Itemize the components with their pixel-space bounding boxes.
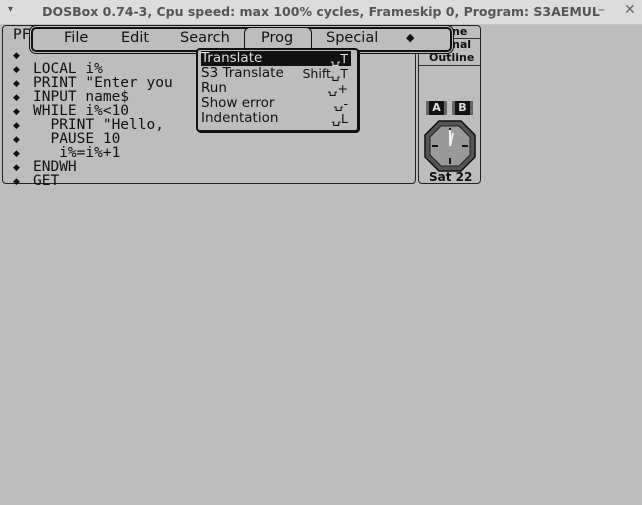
code-line[interactable]: PAUSE 10	[33, 132, 120, 147]
date-label: Sat 22	[429, 170, 473, 184]
line-bullet: ◆	[13, 177, 20, 187]
line-bullet: ◆	[13, 135, 20, 145]
menu-file[interactable]: File	[64, 30, 88, 46]
status-line2: nal	[452, 38, 472, 51]
line-bullet: ◆	[13, 51, 20, 61]
window-title: DOSBox 0.74-3, Cpu speed: max 100% cycle…	[42, 4, 600, 19]
menu-item-shortcut: ⍽-	[334, 96, 348, 111]
menu-search[interactable]: Search	[180, 30, 230, 46]
line-bullet: ◆	[13, 163, 20, 173]
title-bar: ▾ DOSBox 0.74-3, Cpu speed: max 100% cyc…	[0, 0, 642, 25]
menu-item-shortcut: ⍽T	[330, 51, 348, 66]
code-line[interactable]: ENDWH	[33, 160, 77, 175]
close-button[interactable]: ✕	[624, 2, 636, 18]
menu-item-shortcut: Shift⍽T	[302, 66, 348, 81]
menu-special[interactable]: Special	[326, 30, 378, 46]
menu-item-shortcut: ⍽+	[328, 81, 348, 96]
menu-item-label: Translate	[201, 50, 263, 66]
menu-edit[interactable]: Edit	[121, 30, 149, 46]
line-bullet: ◆	[13, 93, 20, 103]
line-bullet: ◆	[13, 79, 20, 89]
line-bullet: ◆	[13, 65, 20, 75]
menu-item-label: Run	[201, 80, 227, 96]
menu-item-run[interactable]: Run ⍽+	[201, 80, 351, 97]
line-bullet: ◆	[13, 121, 20, 131]
menu-item-label: Indentation	[201, 110, 279, 126]
minimize-button[interactable]: –	[598, 2, 605, 18]
code-line-title: PF	[13, 27, 31, 43]
code-line[interactable]: i%=i%+1	[33, 146, 120, 161]
menu-item-translate[interactable]: Translate ⍽T	[201, 51, 351, 66]
code-line[interactable]: LOCAL i%	[33, 62, 103, 77]
menu-item-label: S3 Translate	[201, 65, 284, 81]
status-outline: Outline	[429, 51, 475, 64]
line-bullet: ◆	[13, 149, 20, 159]
menu-item-shortcut: ⍽L	[331, 111, 348, 126]
line-bullet: ◆	[13, 107, 20, 117]
menu-prog[interactable]: Prog	[261, 30, 293, 46]
drive-b-indicator: B	[452, 101, 473, 115]
code-line[interactable]: PRINT "Hello,	[33, 118, 164, 133]
menu-item-s3-translate[interactable]: S3 Translate Shift⍽T	[201, 65, 351, 82]
code-line[interactable]: GET	[33, 174, 59, 189]
menu-extra-diamond[interactable]: ◆	[406, 31, 414, 44]
menu-item-indentation[interactable]: Indentation ⍽L	[201, 110, 351, 127]
drive-a-indicator: A	[426, 101, 447, 115]
clock-icon	[424, 120, 476, 172]
status-line1: ne	[452, 25, 468, 38]
prog-dropdown-menu: Translate ⍽T S3 Translate Shift⍽T Run ⍽+ Show …	[196, 48, 359, 132]
menu-item-show-error[interactable]: Show error ⍽-	[201, 95, 351, 112]
code-line[interactable]: INPUT name$	[33, 90, 129, 105]
code-line[interactable]: PRINT "Enter you	[33, 76, 173, 91]
code-line[interactable]: WHILE i%<10	[33, 104, 129, 119]
menu-item-label: Show error	[201, 95, 275, 111]
